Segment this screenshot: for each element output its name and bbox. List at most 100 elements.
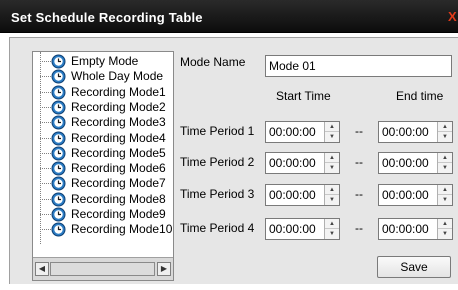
- close-button[interactable]: X: [448, 10, 458, 24]
- tree-item-label: Recording Mode9: [71, 207, 166, 221]
- scroll-right-arrow-icon[interactable]: ▶: [157, 262, 171, 276]
- tree-item-label: Recording Mode1: [71, 84, 166, 99]
- time-value: 00:00:00: [269, 156, 316, 170]
- tree-item-mode[interactable]: Recording Mode9: [33, 207, 173, 222]
- time-separator: --: [355, 155, 363, 169]
- title-bar[interactable]: Set Schedule Recording Table X: [0, 0, 458, 33]
- mode-name-input[interactable]: Mode 01: [265, 55, 452, 77]
- tree-item-mode[interactable]: Recording Mode8: [33, 192, 173, 207]
- save-button[interactable]: Save: [377, 256, 451, 278]
- mode-icon: [51, 131, 66, 146]
- spin-up-arrow-icon[interactable]: ▲: [325, 219, 339, 229]
- time-spinner[interactable]: ▲ ▼: [324, 122, 339, 142]
- dialog-title: Set Schedule Recording Table: [11, 10, 203, 25]
- mode-icon: [51, 85, 66, 100]
- spin-down-arrow-icon[interactable]: ▼: [325, 132, 339, 142]
- time-spinner[interactable]: ▲ ▼: [324, 219, 339, 239]
- mode-icon: [51, 115, 66, 130]
- tree-item-mode[interactable]: Recording Mode5: [33, 146, 173, 161]
- end-time-input[interactable]: 00:00:00 ▲ ▼: [378, 121, 453, 143]
- tree-item-label: Whole Day Mode: [71, 69, 164, 84]
- horizontal-scrollbar[interactable]: ◀ ▶: [33, 257, 173, 280]
- time-spinner[interactable]: ▲ ▼: [437, 219, 452, 239]
- time-value: 00:00:00: [382, 156, 429, 170]
- tree-branch-line: [40, 229, 51, 231]
- mode-icon: [51, 146, 66, 161]
- time-value: 00:00:00: [269, 188, 316, 202]
- tree-branch-line: [40, 91, 51, 93]
- tree-item-mode[interactable]: Empty Mode: [33, 54, 173, 69]
- time-separator: --: [355, 221, 363, 235]
- time-spinner[interactable]: ▲ ▼: [324, 153, 339, 173]
- time-value: 00:00:00: [382, 125, 429, 139]
- tree-branch-line: [40, 168, 51, 170]
- tree-branch-line: [40, 198, 51, 200]
- time-spinner[interactable]: ▲ ▼: [324, 185, 339, 205]
- tree-branch-line: [40, 152, 51, 154]
- scroll-thumb[interactable]: [50, 262, 155, 276]
- tree-branch-line: [40, 183, 51, 185]
- time-spinner[interactable]: ▲ ▼: [437, 122, 452, 142]
- spin-down-arrow-icon[interactable]: ▼: [438, 229, 452, 239]
- mode-icon: [51, 100, 66, 115]
- spin-up-arrow-icon[interactable]: ▲: [438, 185, 452, 195]
- start-time-input[interactable]: 00:00:00 ▲ ▼: [265, 121, 340, 143]
- end-time-header: End time: [396, 89, 444, 103]
- spin-up-arrow-icon[interactable]: ▲: [438, 122, 452, 132]
- spin-down-arrow-icon[interactable]: ▼: [325, 229, 339, 239]
- time-separator: --: [355, 187, 363, 201]
- spin-down-arrow-icon[interactable]: ▼: [438, 195, 452, 205]
- start-time-header: Start Time: [276, 89, 331, 103]
- end-time-input[interactable]: 00:00:00 ▲ ▼: [378, 218, 453, 240]
- mode-tree[interactable]: Empty Mode Whole Day Mode Recording Mode1 R…: [32, 51, 174, 281]
- spin-up-arrow-icon[interactable]: ▲: [325, 185, 339, 195]
- mode-icon: [51, 69, 66, 84]
- mode-icon: [51, 161, 66, 176]
- mode-icon: [51, 192, 66, 207]
- start-time-input[interactable]: 00:00:00 ▲ ▼: [265, 218, 340, 240]
- tree-branch-line: [40, 122, 51, 124]
- tree-item-label: Recording Mode2: [71, 99, 166, 114]
- dialog-content: Empty Mode Whole Day Mode Recording Mode1 R…: [9, 37, 458, 284]
- tree-item-label: Recording Mode3: [71, 115, 166, 130]
- tree-item-mode[interactable]: Recording Mode6: [33, 161, 173, 176]
- time-value: 00:00:00: [269, 222, 316, 236]
- time-value: 00:00:00: [382, 188, 429, 202]
- tree-item-mode[interactable]: Recording Mode2: [33, 99, 173, 115]
- time-spinner[interactable]: ▲ ▼: [437, 153, 452, 173]
- schedule-dialog: Set Schedule Recording Table X Empty Mod…: [0, 0, 458, 290]
- tree-item-label: Recording Mode7: [71, 176, 166, 191]
- tree-item-mode[interactable]: Recording Mode10: [33, 222, 173, 237]
- spin-down-arrow-icon[interactable]: ▼: [325, 163, 339, 173]
- spin-up-arrow-icon[interactable]: ▲: [325, 153, 339, 163]
- spin-down-arrow-icon[interactable]: ▼: [438, 132, 452, 142]
- time-spinner[interactable]: ▲ ▼: [437, 185, 452, 205]
- time-value: 00:00:00: [382, 222, 429, 236]
- spin-up-arrow-icon[interactable]: ▲: [438, 219, 452, 229]
- spin-up-arrow-icon[interactable]: ▲: [325, 122, 339, 132]
- tree-item-mode[interactable]: Recording Mode4: [33, 131, 173, 146]
- end-time-input[interactable]: 00:00:00 ▲ ▼: [378, 152, 453, 174]
- start-time-input[interactable]: 00:00:00 ▲ ▼: [265, 184, 340, 206]
- tree-item-mode[interactable]: Recording Mode1: [33, 84, 173, 100]
- mode-icon: [51, 54, 66, 69]
- scroll-left-arrow-icon[interactable]: ◀: [35, 262, 49, 276]
- time-separator: --: [355, 124, 363, 138]
- spin-up-arrow-icon[interactable]: ▲: [438, 153, 452, 163]
- mode-icon: [51, 207, 66, 222]
- tree-branch-line: [40, 137, 51, 139]
- mode-icon: [51, 176, 66, 191]
- tree-branch-line: [40, 61, 51, 62]
- spin-down-arrow-icon[interactable]: ▼: [325, 195, 339, 205]
- time-period-label: Time Period 1: [180, 124, 255, 138]
- tree-item-mode[interactable]: Recording Mode7: [33, 176, 173, 191]
- start-time-input[interactable]: 00:00:00 ▲ ▼: [265, 152, 340, 174]
- spin-down-arrow-icon[interactable]: ▼: [438, 163, 452, 173]
- end-time-input[interactable]: 00:00:00 ▲ ▼: [378, 184, 453, 206]
- mode-icon: [51, 222, 66, 237]
- time-period-label: Time Period 3: [180, 187, 255, 201]
- tree-item-mode[interactable]: Recording Mode3: [33, 115, 173, 130]
- time-value: 00:00:00: [269, 125, 316, 139]
- tree-item-mode[interactable]: Whole Day Mode: [33, 69, 173, 84]
- time-period-label: Time Period 4: [180, 221, 255, 235]
